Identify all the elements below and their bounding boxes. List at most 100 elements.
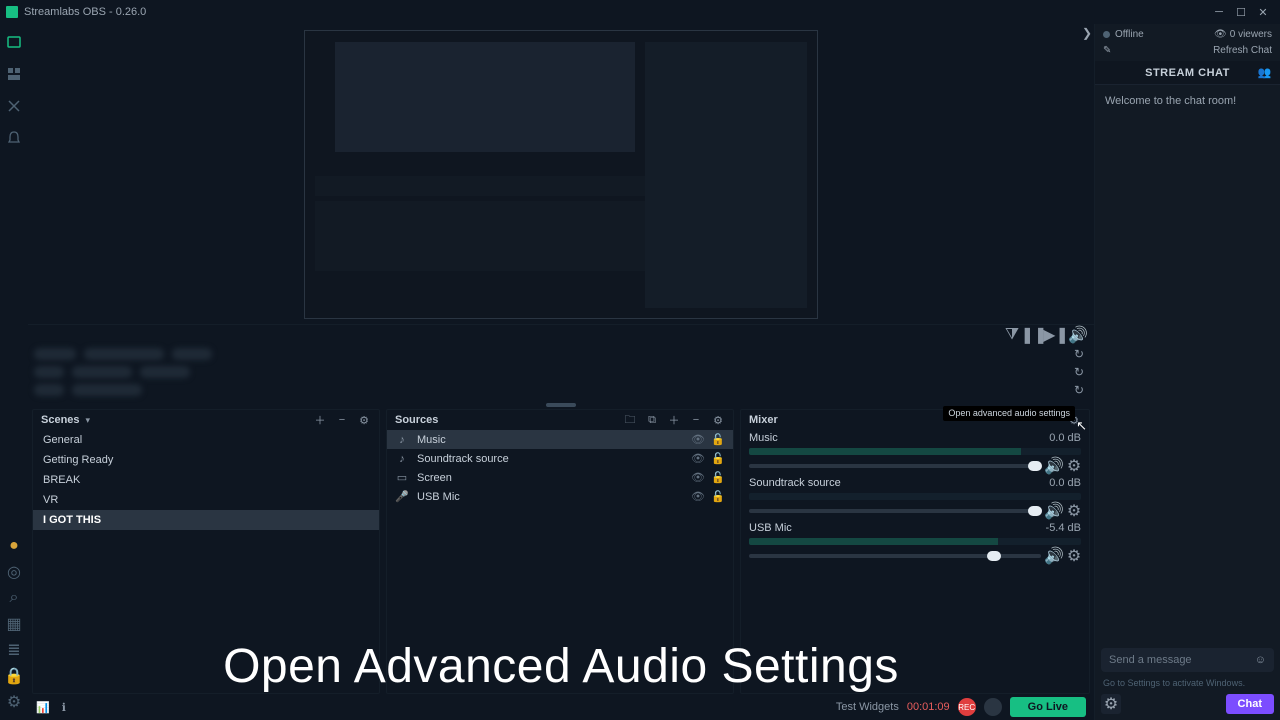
- stats-icon[interactable]: 📊: [36, 701, 50, 714]
- test-widgets-button[interactable]: Test Widgets: [836, 701, 899, 713]
- channel-db: 0.0 dB: [1049, 477, 1081, 489]
- preview-canvas[interactable]: [304, 30, 818, 319]
- chat-messages: Welcome to the chat room!: [1095, 85, 1280, 648]
- lock-icon[interactable]: 🔓: [711, 490, 725, 503]
- viewer-count: 👁0 viewers: [1214, 29, 1272, 40]
- chat-settings-icon[interactable]: ⚙: [1101, 694, 1121, 714]
- remove-source-icon[interactable]: −: [689, 413, 703, 427]
- visibility-icon[interactable]: 👁: [691, 452, 705, 465]
- chevron-down-icon[interactable]: ▾: [86, 415, 91, 426]
- nav-db-icon[interactable]: ≣: [6, 642, 22, 658]
- channel-db: -5.4 dB: [1046, 522, 1081, 534]
- visibility-icon[interactable]: 👁: [691, 471, 705, 484]
- mixer-title: Mixer: [749, 414, 778, 426]
- mute-icon[interactable]: 🔊: [1047, 459, 1061, 473]
- nav-notify-icon[interactable]: [6, 130, 22, 146]
- channel-settings-icon[interactable]: ⚙: [1067, 549, 1081, 563]
- window-maximize[interactable]: ☐: [1230, 3, 1252, 21]
- scene-item[interactable]: VR: [33, 490, 379, 510]
- folder-icon[interactable]: 🗀: [623, 413, 637, 427]
- go-live-button[interactable]: Go Live: [1010, 697, 1086, 717]
- lock-icon[interactable]: 🔓: [711, 471, 725, 484]
- nav-dot-icon[interactable]: ●: [6, 538, 22, 554]
- source-label: USB Mic: [417, 491, 460, 503]
- nav-grid-icon[interactable]: ▦: [6, 616, 22, 632]
- expand-icon[interactable]: ❯: [1082, 26, 1092, 40]
- scene-item[interactable]: Getting Ready: [33, 450, 379, 470]
- source-item[interactable]: 🎤 USB Mic 👁 🔓: [387, 487, 733, 506]
- sources-panel: Sources 🗀 ⧉ ＋ − ⚙ ♪Music👁🔓♪Soundtrack so…: [386, 409, 734, 694]
- scene-item[interactable]: General: [33, 430, 379, 450]
- mute-icon[interactable]: 🔊: [1047, 549, 1061, 563]
- volume-slider[interactable]: [749, 464, 1041, 468]
- mute-icon[interactable]: 🔊: [1047, 504, 1061, 518]
- source-item[interactable]: ♪Music👁🔓: [387, 430, 733, 449]
- nav-target-icon[interactable]: ◎: [6, 564, 22, 580]
- info-icon[interactable]: ℹ: [62, 701, 66, 714]
- add-scene-icon[interactable]: ＋: [313, 413, 327, 427]
- source-label: Soundtrack source: [417, 453, 509, 465]
- volume-slider[interactable]: [749, 554, 1041, 558]
- nav-tools-icon[interactable]: [6, 98, 22, 114]
- scene-item[interactable]: BREAK: [33, 470, 379, 490]
- titlebar: Streamlabs OBS - 0.26.0 ─ ☐ ✕: [0, 0, 1280, 24]
- left-sidebar: ● ◎ ⌕ ▦ ≣ 🔒 ⚙: [0, 24, 28, 720]
- windows-hint: Go to Settings to activate Windows.: [1095, 676, 1280, 690]
- lock-icon[interactable]: 🔓: [711, 452, 725, 465]
- record-button[interactable]: REC: [958, 698, 976, 716]
- source-type-icon: ♪: [395, 434, 409, 446]
- add-source-icon[interactable]: ＋: [667, 413, 681, 427]
- nav-search-icon[interactable]: ⌕: [6, 590, 22, 606]
- scene-settings-icon[interactable]: ⚙: [357, 413, 371, 427]
- channel-db: 0.0 dB: [1049, 432, 1081, 444]
- next-icon[interactable]: ▶❚: [1048, 327, 1064, 343]
- volume-icon[interactable]: 🔊: [1070, 327, 1086, 343]
- mixer-channel: Music0.0 dB 🔊 ⚙: [749, 432, 1081, 473]
- channel-name: Soundtrack source: [749, 477, 1049, 489]
- refresh-chat-button[interactable]: ✎ Refresh Chat: [1095, 44, 1280, 57]
- stream-toggle[interactable]: [984, 698, 1002, 716]
- source-item[interactable]: ▭Screen👁🔓: [387, 468, 733, 487]
- nav-editor-icon[interactable]: [6, 34, 22, 50]
- source-item[interactable]: ♪ Soundtrack source 👁 🔓: [387, 449, 733, 468]
- source-settings-icon[interactable]: ⚙: [711, 413, 725, 427]
- channel-settings-icon[interactable]: ⚙: [1067, 459, 1081, 473]
- sources-title: Sources: [395, 414, 438, 426]
- channel-name: Music: [749, 432, 1049, 444]
- edit-icon[interactable]: ✎: [1103, 45, 1111, 56]
- refresh-icon[interactable]: ↻: [1074, 347, 1084, 361]
- duplicate-icon[interactable]: ⧉: [645, 413, 659, 427]
- visibility-icon[interactable]: 👁: [691, 490, 705, 503]
- filter-icon[interactable]: ⧩: [1004, 327, 1020, 343]
- record-timer: 00:01:09: [907, 701, 950, 713]
- users-icon[interactable]: 👥: [1258, 66, 1272, 79]
- nav-gear-icon[interactable]: ⚙: [6, 694, 22, 710]
- chat-header: STREAM CHAT 👥: [1095, 61, 1280, 85]
- mixer-channel: Soundtrack source0.0 dB 🔊 ⚙: [749, 477, 1081, 518]
- nav-layout-icon[interactable]: [6, 66, 22, 82]
- chat-send-button[interactable]: Chat: [1226, 694, 1274, 714]
- visibility-icon[interactable]: 👁: [691, 433, 705, 446]
- mixer-settings-icon[interactable]: ⚙: [1067, 413, 1081, 427]
- preview-area[interactable]: ❯: [28, 24, 1094, 324]
- pause-icon[interactable]: ❚❚: [1026, 327, 1042, 343]
- source-type-icon: ♪: [395, 453, 409, 465]
- refresh-icon[interactable]: ↻: [1074, 365, 1084, 379]
- remove-scene-icon[interactable]: −: [335, 413, 349, 427]
- source-type-icon: 🎤: [395, 490, 409, 503]
- chat-sidebar: Offline 👁0 viewers ✎ Refresh Chat STREAM…: [1094, 24, 1280, 720]
- window-minimize[interactable]: ─: [1208, 3, 1230, 21]
- nav-lock-icon[interactable]: 🔒: [6, 668, 22, 684]
- scene-item[interactable]: I GOT THIS: [33, 510, 379, 530]
- lock-icon[interactable]: 🔓: [711, 433, 725, 446]
- channel-settings-icon[interactable]: ⚙: [1067, 504, 1081, 518]
- volume-slider[interactable]: [749, 509, 1041, 513]
- audio-meter: [749, 538, 1081, 545]
- audio-meter: [749, 448, 1081, 455]
- chat-input[interactable]: Send a message ☺: [1101, 648, 1274, 672]
- app-title: Streamlabs OBS - 0.26.0: [24, 6, 146, 18]
- window-close[interactable]: ✕: [1252, 3, 1274, 21]
- emoji-icon[interactable]: ☺: [1255, 654, 1266, 666]
- refresh-icon[interactable]: ↻: [1074, 383, 1084, 397]
- panel-drag-handle[interactable]: [546, 403, 576, 407]
